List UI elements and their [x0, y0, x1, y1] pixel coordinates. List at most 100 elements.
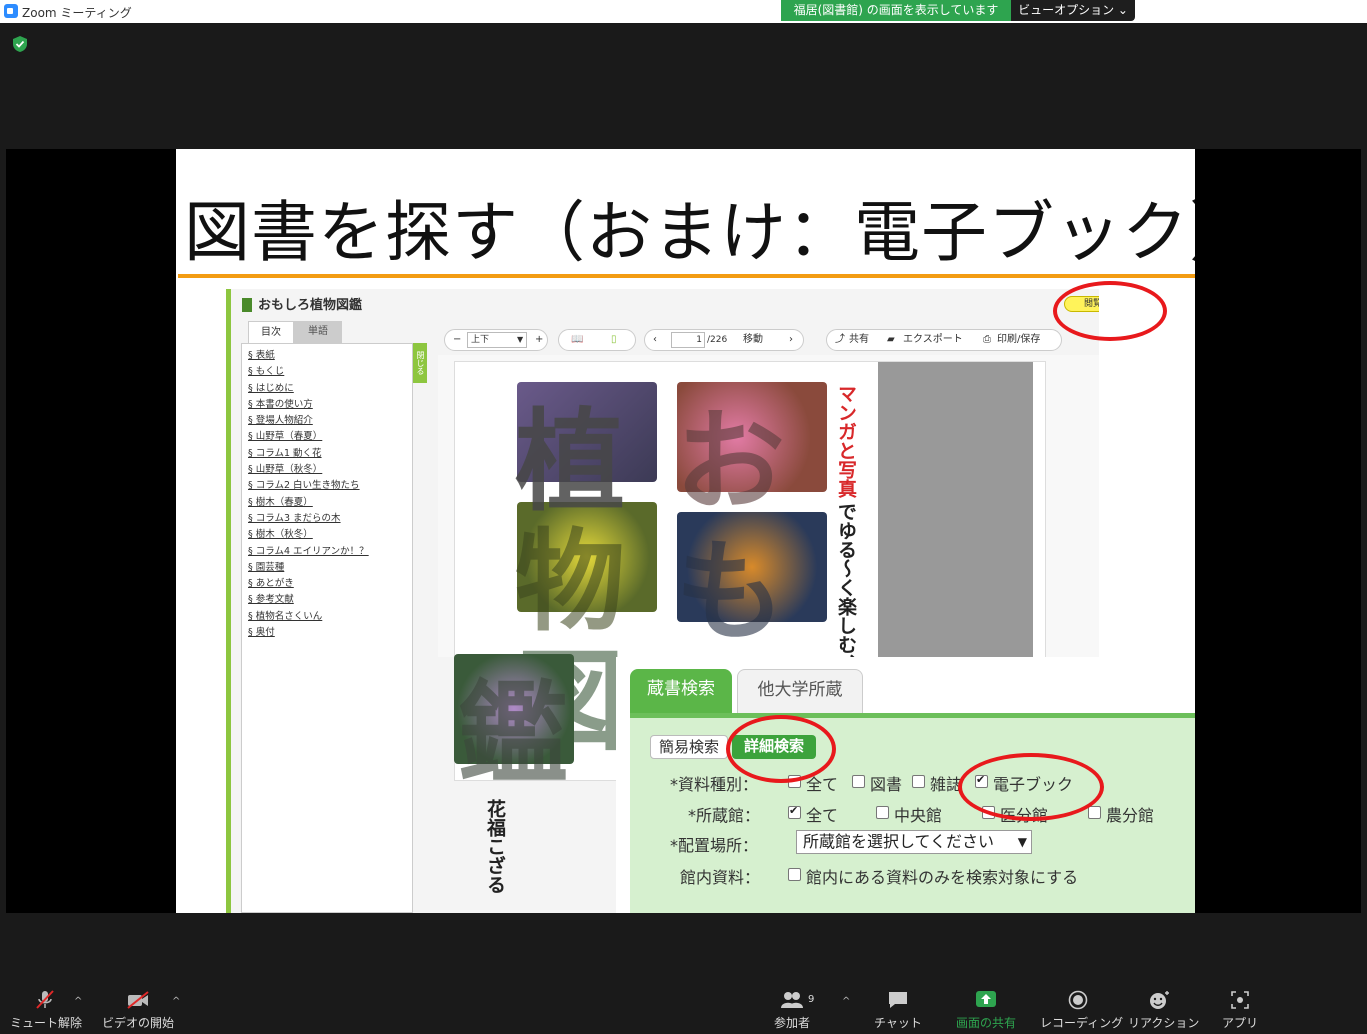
meeting-controls: ミュート解除 ^ ビデオの開始 ^ 参加者 9 ^ チャット 画面の共有 レコー… [0, 980, 1367, 1034]
chevron-down-icon: ▼ [517, 335, 524, 344]
share-status-banner: 福居(図書館) の画面を表示しています [781, 0, 1011, 21]
in-library-checkbox[interactable] [788, 868, 801, 881]
holding-agri-checkbox[interactable] [1088, 806, 1101, 819]
reactions-button[interactable]: リアクション [1128, 990, 1199, 1031]
cover-author: 花福こざる [484, 799, 506, 894]
toc-item[interactable]: § はじめに [248, 381, 412, 397]
search-form: 簡易検索 詳細検索 *資料種別： 全て 図書 雑誌 電子ブック *所蔵館： 全て… [630, 713, 1195, 913]
print-button[interactable]: 印刷/保存 [997, 330, 1040, 350]
holding-agri-label: 農分館 [1106, 806, 1155, 825]
location-select[interactable]: 所蔵館を選択してください ▼ [796, 830, 1032, 854]
toc-item[interactable]: § 登場人物紹介 [248, 413, 412, 429]
toc-item[interactable]: § 樹木（秋冬） [248, 527, 412, 543]
tab-collection-search[interactable]: 蔵書検索 [630, 669, 732, 713]
toc-item[interactable]: § コラム3 まだらの木 [248, 511, 412, 527]
toc-panel: ▲ § 表紙 § もくじ § はじめに § 本書の使い方 § 登場人物紹介 § … [241, 343, 420, 913]
layout-group: − 上下 ▼ + [444, 329, 548, 351]
presentation-slide: 図書を探す（おまけ：電子ブック） おもしろ植物図鑑 閲覧終了 目次 単語 ▲ §… [176, 149, 1195, 913]
toc-item[interactable]: § 表紙 [248, 348, 412, 364]
printer-icon: ⎙ [983, 334, 991, 345]
book-title: おもしろ植物図鑑 [258, 298, 363, 313]
toc-item[interactable]: § コラム1 動く花 [248, 446, 412, 462]
toc-item[interactable]: § 本書の使い方 [248, 397, 412, 413]
toc-item[interactable]: § 樹木（春夏） [248, 495, 412, 511]
window-titlebar: Zoom ミーティング [0, 0, 1367, 23]
material-book-label: 図書 [870, 775, 903, 794]
cover-kanji-6: も [675, 528, 785, 656]
security-shield-icon[interactable] [12, 35, 28, 53]
toc-item[interactable]: § コラム2 白い生き物たち [248, 478, 412, 494]
mute-options-chevron-icon[interactable]: ^ [74, 996, 82, 1007]
spread-view-icon[interactable]: 📖 [571, 330, 583, 350]
participants-count: 9 [808, 994, 815, 1005]
view-mode-group: 📖 ▯ [558, 329, 636, 351]
viewer-toolbar: − 上下 ▼ + 📖 ▯ ‹ 1 /226 移動 › ⤴ 共有 ▰ エクスポート [438, 327, 1143, 355]
action-group: ⤴ 共有 ▰ エクスポート ⎙ 印刷/保存 [826, 329, 1062, 351]
material-book-checkbox[interactable] [852, 775, 865, 788]
library-search-panel: 蔵書検索 他大学所蔵 簡易検索 詳細検索 *資料種別： 全て 図書 雑誌 電子ブ… [616, 657, 1195, 913]
cover-kanji-4: 鑑 [458, 670, 568, 798]
holding-all-checkbox[interactable] [788, 804, 801, 819]
participants-options-chevron-icon[interactable]: ^ [842, 996, 850, 1007]
close-toc-tab[interactable]: 閉じる [413, 343, 427, 383]
page-total: /226 [707, 335, 728, 345]
share-button[interactable]: 共有 [849, 330, 869, 350]
annotation-ring-end-button [1053, 281, 1167, 341]
toc-item[interactable]: § あとがき [248, 576, 412, 592]
participants-icon [781, 992, 803, 1008]
page-input[interactable]: 1 [671, 332, 705, 348]
toc-item[interactable]: § 山野草（春夏） [248, 429, 412, 445]
in-library-label: 館内資料： [680, 868, 761, 887]
tab-other-universities[interactable]: 他大学所蔵 [737, 669, 863, 713]
tab-simple-search[interactable]: 簡易検索 [650, 735, 728, 759]
start-video-button[interactable]: ビデオの開始 [102, 990, 174, 1031]
holding-central-label: 中央館 [894, 806, 943, 825]
toc-list: § 表紙 § もくじ § はじめに § 本書の使い方 § 登場人物紹介 § 山野… [242, 344, 412, 641]
toc-item[interactable]: § 奥付 [248, 625, 412, 641]
holding-label: *所蔵館： [688, 806, 761, 825]
video-off-icon [127, 991, 149, 1009]
annotation-ring-ebook [958, 753, 1104, 821]
prev-page-icon[interactable]: ‹ [653, 330, 657, 350]
location-label: *配置場所： [670, 836, 759, 855]
tab-toc[interactable]: 目次 [248, 321, 294, 343]
move-button[interactable]: 移動 [743, 330, 763, 350]
material-magazine-checkbox[interactable] [912, 775, 925, 788]
toc-item[interactable]: § もくじ [248, 364, 412, 380]
share-icon: ⤴ [835, 334, 845, 345]
window-title: Zoom ミーティング [22, 6, 132, 20]
apps-icon [1231, 991, 1249, 1009]
book-icon [242, 298, 252, 312]
tab-words[interactable]: 単語 [294, 321, 342, 343]
toc-item[interactable]: § 園芸種 [248, 560, 412, 576]
microphone-muted-icon [36, 990, 54, 1009]
view-options-button[interactable]: ビューオプション ⌄ [1011, 0, 1135, 21]
zoom-icon [4, 4, 18, 18]
apps-button[interactable]: アプリ [1218, 990, 1262, 1031]
share-screen-button[interactable]: 画面の共有 [950, 990, 1022, 1031]
holding-central-checkbox[interactable] [876, 806, 889, 819]
single-view-icon[interactable]: ▯ [611, 330, 617, 350]
viewer-accent-bar [226, 289, 231, 913]
slide-title: 図書を探す（おまけ：電子ブック） [184, 194, 1195, 271]
mute-button[interactable]: ミュート解除 [10, 990, 82, 1031]
cover-subtitle-black: でゆる〜く楽しむ、 [835, 502, 857, 673]
annotation-ring-advanced-search [726, 715, 836, 783]
toc-item[interactable]: § 参考文献 [248, 592, 412, 608]
zoom-in-icon[interactable]: + [535, 330, 543, 350]
export-button[interactable]: エクスポート [903, 330, 963, 350]
reaction-smiley-icon [1150, 991, 1169, 1009]
record-button[interactable]: レコーディング [1040, 990, 1123, 1031]
video-options-chevron-icon[interactable]: ^ [172, 996, 180, 1007]
cover-subtitle-red: マンガと写真 [835, 384, 857, 498]
next-page-icon[interactable]: › [789, 330, 793, 350]
location-select-value: 所蔵館を選択してください [803, 832, 995, 851]
zoom-out-icon[interactable]: − [453, 330, 461, 350]
chat-icon [889, 992, 907, 1008]
chevron-down-icon: ▼ [1017, 835, 1027, 849]
toc-item[interactable]: § コラム4 エイリアンか！？ [248, 544, 412, 560]
chat-button[interactable]: チャット [874, 990, 922, 1031]
toc-item[interactable]: § 植物名さくいん [248, 609, 412, 625]
in-library-option-label: 館内にある資料のみを検索対象にする [806, 868, 1079, 887]
toc-item[interactable]: § 山野草（秋冬） [248, 462, 412, 478]
